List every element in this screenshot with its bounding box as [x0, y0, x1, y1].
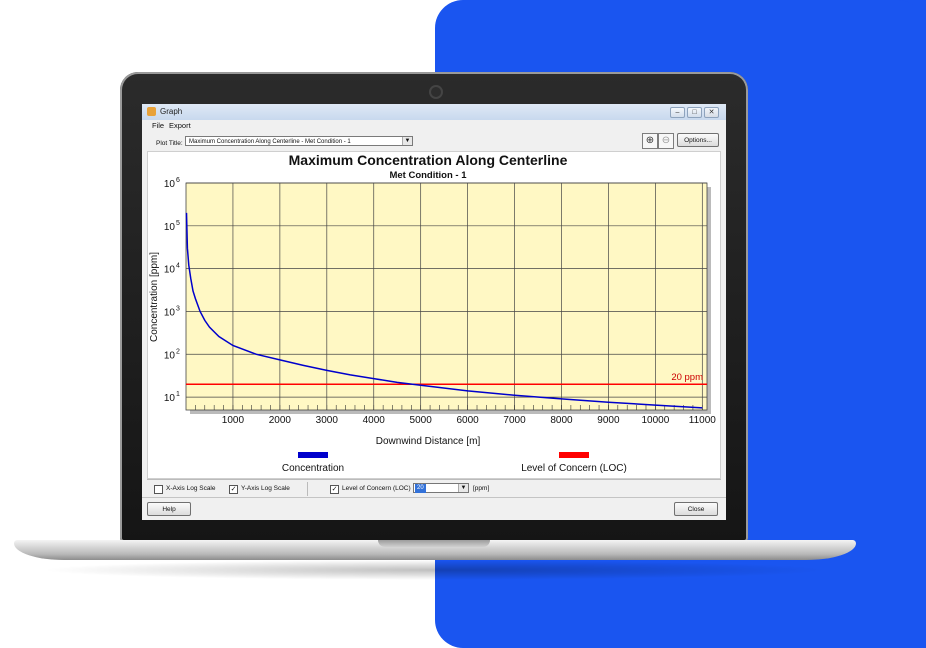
x-tick-label: 7000	[503, 415, 526, 426]
window-titlebar[interactable]: Graph – □ ✕	[142, 104, 726, 120]
x-log-label: X-Axis Log Scale	[166, 485, 216, 492]
chart-title: Maximum Concentration Along Centerline	[289, 152, 568, 168]
graph-area: Maximum Concentration Along Centerline M…	[147, 151, 721, 479]
laptop-notch	[378, 540, 490, 547]
loc-label: Level of Concern (LOC)	[342, 485, 411, 492]
y-tick-exponent: 1	[176, 391, 180, 398]
help-button[interactable]: Help	[147, 502, 191, 516]
maximize-icon[interactable]: □	[687, 107, 702, 118]
camera-icon	[431, 87, 441, 97]
loc-value-dropdown[interactable]: 20 ▼	[413, 483, 469, 493]
y-tick-exponent: 5	[176, 220, 180, 227]
y-log-label: Y-Axis Log Scale	[241, 485, 290, 492]
y-tick-label: 10	[164, 393, 176, 404]
x-log-checkbox[interactable]	[154, 485, 163, 494]
graph-window: Graph – □ ✕ File Export Plot Title: Maxi…	[142, 104, 726, 520]
y-tick-label: 10	[164, 350, 176, 361]
window-title: Graph	[160, 107, 183, 116]
x-tick-label: 9000	[597, 415, 620, 426]
y-tick-exponent: 2	[176, 348, 180, 355]
legend-swatch-concentration	[298, 452, 328, 458]
minimize-icon[interactable]: –	[670, 107, 685, 118]
menu-export[interactable]: Export	[169, 121, 191, 130]
plot-area	[185, 182, 708, 411]
loc-value: 20	[415, 484, 426, 493]
x-tick-label: 11000	[689, 415, 717, 426]
divider	[307, 482, 308, 496]
x-tick-label: 6000	[456, 415, 479, 426]
loc-checkbox[interactable]: ✓	[330, 485, 339, 494]
chevron-down-icon[interactable]: ▼	[458, 484, 468, 492]
toolbar: Plot Title: Maximum Concentration Along …	[142, 131, 726, 153]
plot-title-dropdown[interactable]: Maximum Concentration Along Centerline -…	[185, 136, 413, 146]
laptop-shadow	[40, 560, 830, 580]
legend-label-concentration: Concentration	[282, 463, 344, 474]
x-tick-label: 2000	[269, 415, 292, 426]
legend-swatch-loc	[559, 452, 589, 458]
concentration-chart: Maximum Concentration Along Centerline M…	[149, 152, 716, 474]
y-tick-exponent: 6	[176, 177, 180, 184]
x-axis-label: Downwind Distance [m]	[376, 436, 481, 447]
x-tick-label: 5000	[410, 415, 433, 426]
y-tick-exponent: 3	[176, 305, 180, 312]
x-tick-label: 8000	[550, 415, 573, 426]
zoom-out-icon[interactable]: ⊖	[658, 133, 674, 149]
loc-unit: [ppm]	[473, 485, 490, 492]
chevron-down-icon[interactable]: ▼	[402, 137, 412, 145]
plot-title-value: Maximum Concentration Along Centerline -…	[189, 139, 351, 145]
y-tick-label: 10	[164, 307, 176, 318]
app-icon	[147, 107, 156, 116]
y-tick-exponent: 4	[176, 263, 180, 270]
x-tick-label: 4000	[363, 415, 386, 426]
close-icon[interactable]: ✕	[704, 107, 719, 118]
menu-bar: File Export	[142, 120, 726, 131]
y-log-checkbox[interactable]: ✓	[229, 485, 238, 494]
x-tick-labels: 1000 2000 3000 4000 5000 6000 7000 8000 9000 1000…	[222, 415, 716, 426]
y-tick-label: 10	[164, 222, 176, 233]
bottom-bar: Help Close	[142, 497, 726, 520]
close-button[interactable]: Close	[674, 502, 718, 516]
menu-file[interactable]: File	[152, 121, 164, 130]
options-bar: X-Axis Log Scale ✓ Y-Axis Log Scale ✓ Le…	[147, 479, 721, 498]
y-axis-label: Concentration [ppm]	[149, 252, 160, 342]
loc-annotation: 20 ppm	[671, 372, 703, 383]
y-tick-label: 10	[164, 265, 176, 276]
y-tick-labels: 10 110 210 310 410 510 6	[164, 177, 180, 404]
y-tick-label: 10	[164, 179, 176, 190]
x-tick-label: 1000	[222, 415, 245, 426]
x-tick-label: 3000	[316, 415, 339, 426]
options-button[interactable]: Options...	[677, 133, 719, 147]
plot-title-label: Plot Title:	[156, 140, 183, 147]
chart-subtitle: Met Condition - 1	[389, 170, 467, 181]
legend-label-loc: Level of Concern (LOC)	[521, 463, 627, 474]
zoom-in-icon[interactable]: ⊕	[642, 133, 658, 149]
x-tick-label: 10000	[641, 415, 669, 426]
